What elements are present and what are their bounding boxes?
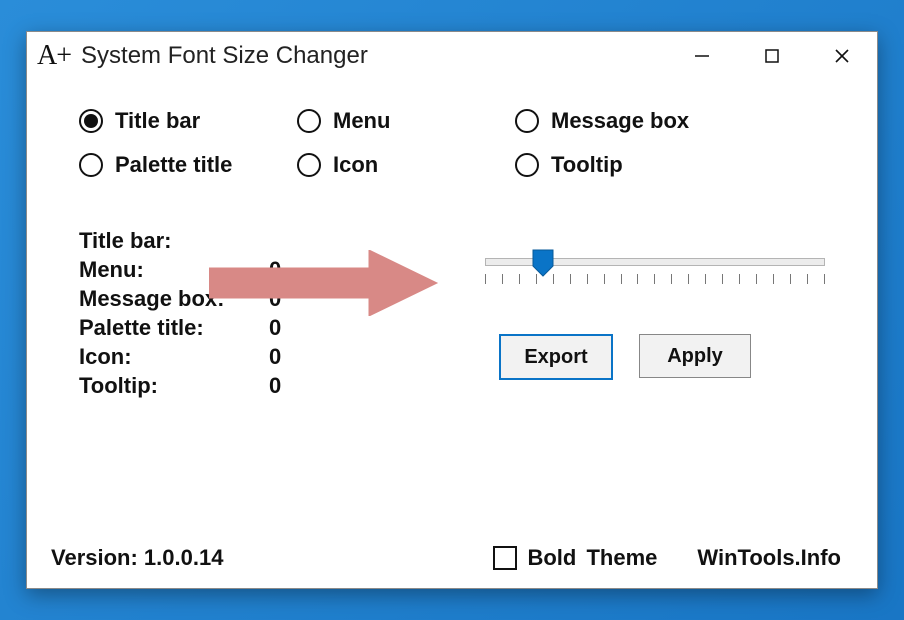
app-window: A+ System Font Size Changer Title bar Me… bbox=[26, 31, 878, 589]
radio-message-box[interactable]: Message box bbox=[515, 108, 837, 134]
size-slider[interactable] bbox=[485, 248, 825, 294]
radio-label: Menu bbox=[333, 108, 390, 134]
checkbox-icon bbox=[493, 546, 517, 570]
font-area-radio-group: Title bar Menu Message box Palette title… bbox=[79, 108, 837, 178]
value-label-message-box: Message box: bbox=[79, 286, 269, 312]
checkbox-label: Bold bbox=[527, 545, 576, 571]
radio-icon-text[interactable]: Icon bbox=[297, 152, 515, 178]
version-label: Version: 1.0.0.14 bbox=[51, 545, 223, 571]
value-message-box: 0 bbox=[269, 286, 319, 312]
export-button[interactable]: Export bbox=[499, 334, 613, 380]
radio-label: Tooltip bbox=[551, 152, 623, 178]
radio-title-bar[interactable]: Title bar bbox=[79, 108, 297, 134]
right-panel: Export Apply bbox=[485, 248, 825, 380]
value-label-palette: Palette title: bbox=[79, 315, 269, 341]
value-title-bar bbox=[269, 228, 319, 254]
titlebar: A+ System Font Size Changer bbox=[27, 32, 877, 80]
radio-label: Message box bbox=[551, 108, 689, 134]
theme-link[interactable]: Theme bbox=[586, 545, 657, 571]
value-label-icon: Icon: bbox=[79, 344, 269, 370]
slider-thumb[interactable] bbox=[531, 248, 555, 278]
radio-label: Title bar bbox=[115, 108, 200, 134]
value-tooltip: 0 bbox=[269, 373, 319, 399]
radio-icon bbox=[297, 153, 321, 177]
radio-icon bbox=[79, 109, 103, 133]
app-icon: A+ bbox=[37, 40, 71, 72]
value-label-title-bar: Title bar: bbox=[79, 228, 269, 254]
maximize-button[interactable] bbox=[737, 32, 807, 80]
radio-icon bbox=[79, 153, 103, 177]
close-button[interactable] bbox=[807, 32, 877, 80]
radio-icon bbox=[515, 109, 539, 133]
site-link[interactable]: WinTools.Info bbox=[697, 545, 841, 571]
minimize-button[interactable] bbox=[667, 32, 737, 80]
bold-checkbox[interactable]: Bold bbox=[493, 545, 576, 571]
window-title: System Font Size Changer bbox=[81, 42, 368, 70]
radio-tooltip[interactable]: Tooltip bbox=[515, 152, 837, 178]
button-label: Export bbox=[524, 346, 587, 369]
button-label: Apply bbox=[667, 345, 723, 368]
window-controls bbox=[667, 32, 877, 80]
radio-icon bbox=[515, 153, 539, 177]
value-icon: 0 bbox=[269, 344, 319, 370]
value-label-tooltip: Tooltip: bbox=[79, 373, 269, 399]
radio-menu[interactable]: Menu bbox=[297, 108, 515, 134]
apply-button[interactable]: Apply bbox=[639, 334, 751, 378]
content-area: Title bar Menu Message box Palette title… bbox=[27, 80, 877, 538]
value-label-menu: Menu: bbox=[79, 257, 269, 283]
value-menu: 0 bbox=[269, 257, 319, 283]
radio-icon bbox=[297, 109, 321, 133]
radio-label: Palette title bbox=[115, 152, 232, 178]
button-row: Export Apply bbox=[485, 334, 825, 380]
footer: Version: 1.0.0.14 Bold Theme WinTools.In… bbox=[27, 538, 877, 588]
radio-palette-title[interactable]: Palette title bbox=[79, 152, 297, 178]
radio-label: Icon bbox=[333, 152, 378, 178]
value-palette: 0 bbox=[269, 315, 319, 341]
